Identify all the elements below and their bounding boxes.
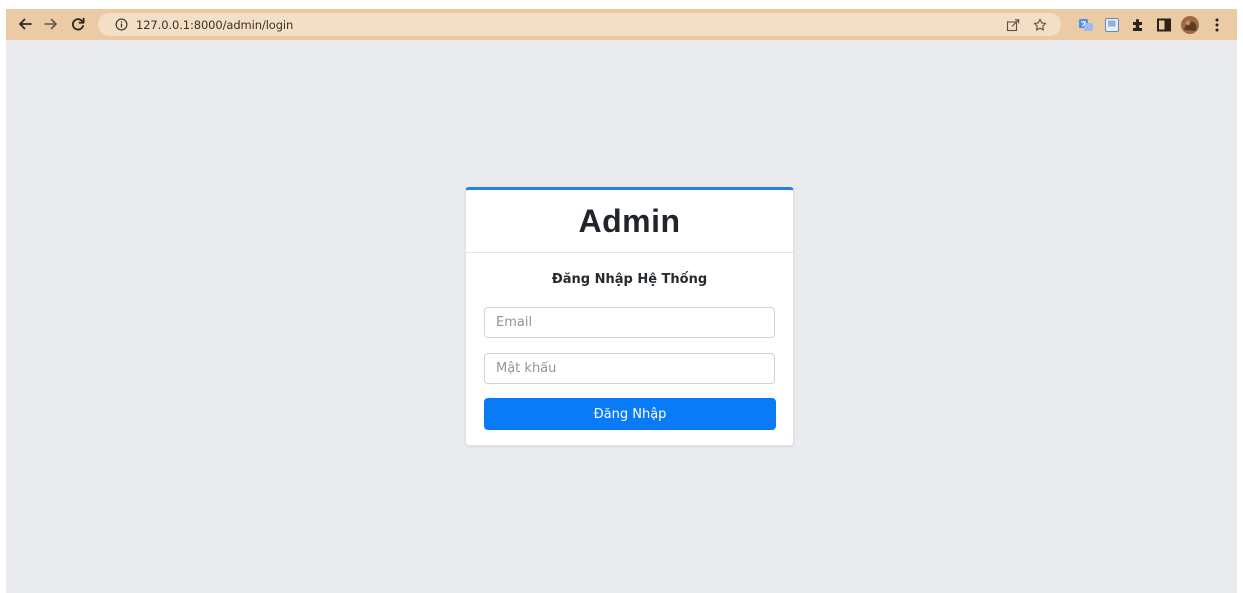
side-panel-icon	[1157, 18, 1171, 32]
profile-avatar-icon	[1181, 16, 1199, 34]
login-button[interactable]: Đăng Nhập	[484, 398, 776, 430]
back-button[interactable]	[14, 13, 36, 35]
site-info-button[interactable]	[114, 18, 128, 32]
address-url[interactable]: 127.0.0.1:8000/admin/login	[136, 18, 293, 32]
login-card: Admin Đăng Nhập Hệ Thống Đăng Nhập	[465, 187, 794, 446]
back-icon	[19, 18, 32, 30]
bookmark-star-icon	[1033, 18, 1047, 31]
info-icon	[115, 18, 127, 31]
login-card-header: Admin	[466, 190, 793, 253]
browser-toolbar: 127.0.0.1:8000/admin/login	[6, 9, 1237, 40]
browser-window: 127.0.0.1:8000/admin/login Admin Đăng Nh…	[6, 9, 1237, 593]
profile-button[interactable]	[1180, 15, 1200, 35]
forward-button[interactable]	[40, 13, 62, 35]
browser-menu-button[interactable]	[1207, 15, 1227, 35]
login-subtitle: Đăng Nhập Hệ Thống	[551, 272, 708, 287]
address-bar[interactable]: 127.0.0.1:8000/admin/login	[98, 13, 1061, 36]
side-panel-button[interactable]	[1154, 15, 1174, 35]
bookmark-button[interactable]	[1030, 17, 1050, 32]
extension-screenshot-button[interactable]	[1102, 15, 1122, 35]
password-field[interactable]	[484, 353, 775, 384]
forward-icon	[44, 18, 57, 30]
extension-translate-icon	[1079, 19, 1093, 31]
reload-icon	[71, 17, 85, 31]
share-icon	[1006, 18, 1020, 31]
brand-title: Admin	[578, 202, 681, 239]
extensions-puzzle-icon	[1133, 19, 1142, 31]
email-field[interactable]	[484, 307, 775, 338]
share-button[interactable]	[1003, 17, 1023, 32]
extension-translate-button[interactable]	[1076, 15, 1096, 35]
menu-kebab-icon	[1215, 18, 1219, 32]
reload-button[interactable]	[67, 13, 89, 35]
extension-screenshot-icon	[1105, 18, 1119, 32]
extensions-button[interactable]	[1128, 15, 1148, 35]
